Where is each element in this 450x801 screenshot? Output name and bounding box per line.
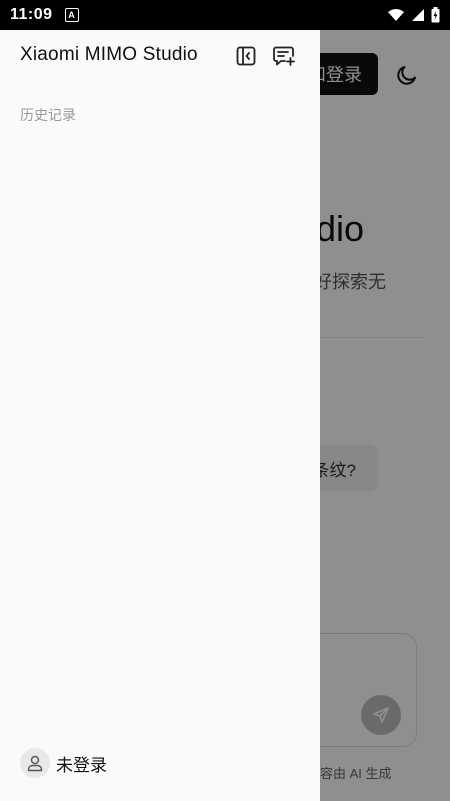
user-icon [27, 755, 43, 772]
user-status-label: 未登录 [56, 755, 107, 775]
app-logo: Xiaomi MIMO Studio [20, 44, 198, 65]
status-bar: 11:09 A [0, 0, 450, 30]
status-icons [387, 7, 440, 23]
user-account-button[interactable]: 未登录 [20, 748, 107, 778]
sidebar-collapse-icon [236, 46, 256, 66]
app-notification-icon: A [64, 8, 79, 22]
signal-icon [412, 9, 424, 21]
collapse-sidebar-button[interactable] [233, 43, 259, 69]
wifi-icon [388, 9, 404, 21]
new-chat-button[interactable] [271, 43, 297, 69]
navigation-drawer: Xiaomi MIMO Studio 历史记录 未登录 [0, 30, 320, 801]
new-chat-icon [273, 46, 295, 66]
avatar [20, 748, 50, 778]
history-section-label: 历史记录 [20, 107, 76, 123]
status-time: 11:09 [10, 6, 53, 23]
battery-icon [431, 7, 440, 23]
